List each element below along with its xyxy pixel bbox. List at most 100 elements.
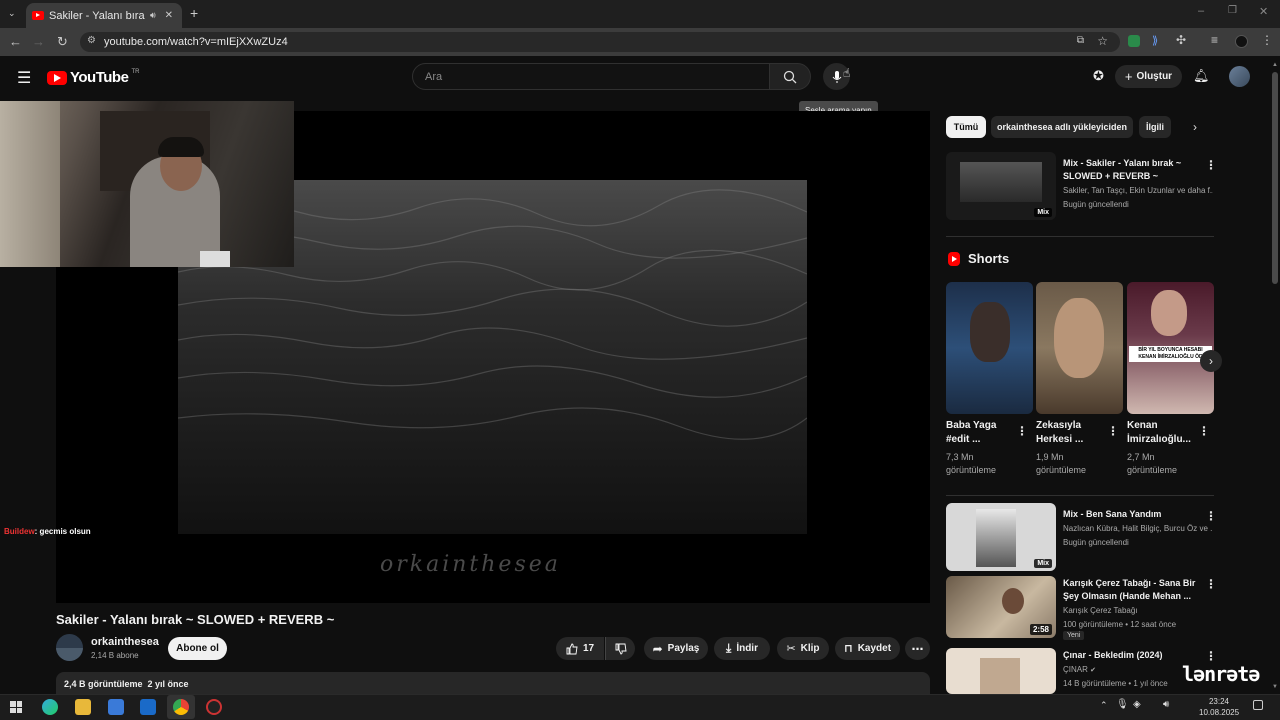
short-thumbnail[interactable] (1036, 282, 1123, 414)
notification-center-icon[interactable] (1253, 700, 1263, 710)
recommendation-thumbnail[interactable]: 2:58 (946, 576, 1056, 638)
notifications-bell-icon[interactable]: 🔔︎ (1193, 68, 1210, 84)
tab-list-icon[interactable]: ⌄ (8, 8, 16, 19)
more-vertical-icon[interactable]: ⋮ (1107, 425, 1119, 437)
recommendation-thumbnail[interactable] (946, 648, 1056, 694)
more-vertical-icon[interactable]: ⋮ (1016, 425, 1028, 437)
short-views: 1,9 Mn görüntüleme (1036, 452, 1087, 475)
chip-all[interactable]: Tümü (946, 116, 986, 138)
save-label: Kaydet (857, 643, 892, 654)
chip-from-uploader[interactable]: orkainthesea adlı yükleyiciden (991, 116, 1133, 138)
shorts-heading: Shorts (968, 251, 1010, 266)
microphone-tray-icon[interactable]: 🎙︎ (1116, 699, 1129, 710)
stream-chat-message: Buildew: gecmis olsun (4, 527, 91, 536)
more-actions-button[interactable]: ⋯ (905, 637, 930, 660)
url-text: youtube.com/watch?v=mIEjXXwZUz4 (104, 36, 288, 48)
share-arrow-icon: ➦ (652, 641, 663, 656)
install-app-icon[interactable]: ⧉ (1077, 35, 1084, 46)
short-title[interactable]: Baba Yaga #edit ... (946, 419, 1016, 447)
more-vertical-icon[interactable]: ⋮ (1205, 510, 1217, 522)
create-button[interactable]: + Oluştur (1115, 65, 1182, 88)
bookmark-star-icon[interactable]: ☆ (1097, 34, 1108, 48)
wifi-icon[interactable]: ◈ (1133, 699, 1141, 710)
recommendation-updated: Bugün güncellendi (1063, 200, 1129, 209)
short-thumbnail[interactable] (946, 282, 1033, 414)
browser-menu-icon[interactable]: ⋮ (1261, 33, 1273, 47)
share-button[interactable]: ➦ Paylaş (644, 637, 708, 660)
search-input[interactable]: Ara (412, 63, 770, 90)
scroll-up-arrow-icon[interactable]: ▲ (1272, 62, 1278, 68)
extension-translate-icon[interactable]: ⟫ (1152, 34, 1158, 47)
recommendation-thumbnail[interactable]: Mix (946, 152, 1056, 220)
short-title[interactable]: Kenan İmirzalıoğlu... (1127, 419, 1197, 447)
new-tab-icon[interactable]: + (190, 5, 198, 21)
subscribe-button[interactable]: Abone ol (168, 637, 227, 660)
dislike-button[interactable] (605, 637, 635, 660)
taskbar-clock[interactable]: 23:24 10.08.2025 (1199, 696, 1239, 718)
more-vertical-icon[interactable]: ⋮ (1205, 578, 1217, 590)
more-vertical-icon[interactable]: ⋮ (1198, 425, 1210, 437)
download-button[interactable]: ⤓ İndir (714, 637, 770, 660)
profile-avatar-icon[interactable] (1235, 35, 1248, 48)
recommendation-artists: Nazlıcan Kübra, Halit Bilgiç, Burcu Öz v… (1063, 524, 1213, 533)
hamburger-menu-icon[interactable]: ☰ (17, 68, 31, 88)
more-vertical-icon[interactable]: ⋮ (1205, 650, 1217, 662)
obs-studio-icon[interactable] (206, 699, 222, 715)
shorts-section-header: Shorts (948, 251, 1009, 266)
window-close-icon[interactable]: ✕ (1259, 5, 1268, 18)
browser-tab-active[interactable]: Sakiler - Yalanı bırak ~ SLOW 🔊︎ ✕ (26, 3, 182, 28)
recommendation-title[interactable]: Çınar - Bekledim (2024) (1063, 649, 1208, 662)
file-explorer-icon[interactable] (75, 699, 91, 715)
short-thumbnail[interactable]: BİR YIL BOYUNCA HESABI KENAN İMİRZALIOĞL… (1127, 282, 1214, 414)
audio-playing-icon[interactable]: 🔊︎ (150, 10, 156, 21)
edge-browser-icon[interactable] (42, 699, 58, 715)
description-stats: 2,4 B görüntüleme 2 yıl önce (64, 679, 189, 689)
shorts-icon (948, 251, 960, 266)
download-icon: ⤓ (726, 641, 732, 655)
microphone-icon (832, 70, 841, 83)
tab-close-icon[interactable]: ✕ (165, 10, 173, 21)
search-button[interactable] (769, 63, 811, 90)
chip-related[interactable]: İlgili (1139, 116, 1171, 138)
chrome-browser-icon[interactable] (173, 699, 189, 715)
scrollbar-thumb[interactable] (1272, 72, 1278, 284)
like-button[interactable]: 17 (556, 637, 604, 660)
account-avatar[interactable] (1229, 66, 1250, 87)
minimize-icon[interactable]: – (1198, 5, 1204, 17)
recommendation-views: 100 görüntüleme • 12 saat önce (1063, 620, 1177, 629)
short-title[interactable]: Zekasıyla Herkesi ... (1036, 419, 1106, 447)
channel-name[interactable]: orkainthesea (91, 636, 159, 648)
recommendation-title[interactable]: Mix - Ben Sana Yandım (1063, 508, 1208, 521)
extension-shield-icon[interactable] (1128, 35, 1140, 47)
outlook-icon[interactable] (140, 699, 156, 715)
reading-list-icon[interactable]: ≡ (1211, 33, 1218, 47)
microsoft-store-icon[interactable] (108, 699, 124, 715)
clip-button[interactable]: ✂ Klip (777, 637, 829, 660)
duration-badge: 2:58 (1029, 624, 1052, 635)
more-vertical-icon[interactable]: ⋮ (1205, 159, 1217, 171)
recommendation-thumbnail[interactable]: Mix (946, 503, 1056, 571)
reload-icon[interactable]: ↻ (57, 34, 68, 50)
premium-logo-icon[interactable]: ✪ (1093, 68, 1104, 84)
extensions-puzzle-icon[interactable]: ✣ (1176, 33, 1186, 47)
shorts-next-arrow-icon[interactable]: › (1200, 350, 1222, 372)
address-bar[interactable]: ⚙ youtube.com/watch?v=mIEjXXwZUz4 ⧉ ☆ (80, 32, 1120, 52)
youtube-logo[interactable]: YouTube TR (47, 69, 139, 86)
maximize-icon[interactable]: ❐ (1228, 5, 1237, 16)
like-count: 17 (582, 643, 595, 654)
windows-start-icon[interactable] (10, 701, 22, 713)
channel-avatar[interactable] (56, 634, 83, 661)
forward-arrow-icon[interactable]: → (32, 34, 45, 50)
chat-username: Buildew (4, 527, 35, 536)
save-button[interactable]: ⊓ Kaydet (835, 637, 900, 660)
system-tray-chevron-icon[interactable]: ⌃ (1100, 700, 1108, 711)
site-info-icon[interactable]: ⚙ (87, 35, 96, 46)
back-arrow-icon[interactable]: ← (9, 34, 22, 50)
scroll-down-arrow-icon[interactable]: ▼ (1272, 684, 1278, 690)
volume-icon[interactable]: 🔊︎ (1163, 699, 1169, 710)
search-icon (783, 70, 797, 83)
recommendation-title[interactable]: Karışık Çerez Tabağı - Sana Bir Şey Olma… (1063, 577, 1208, 603)
chips-next-chevron-icon[interactable]: › (1193, 120, 1197, 134)
recommendation-title[interactable]: Mix - Sakiler - Yalanı bırak ~ SLOWED + … (1063, 157, 1208, 183)
more-horizontal-icon: ⋯ (911, 641, 924, 656)
